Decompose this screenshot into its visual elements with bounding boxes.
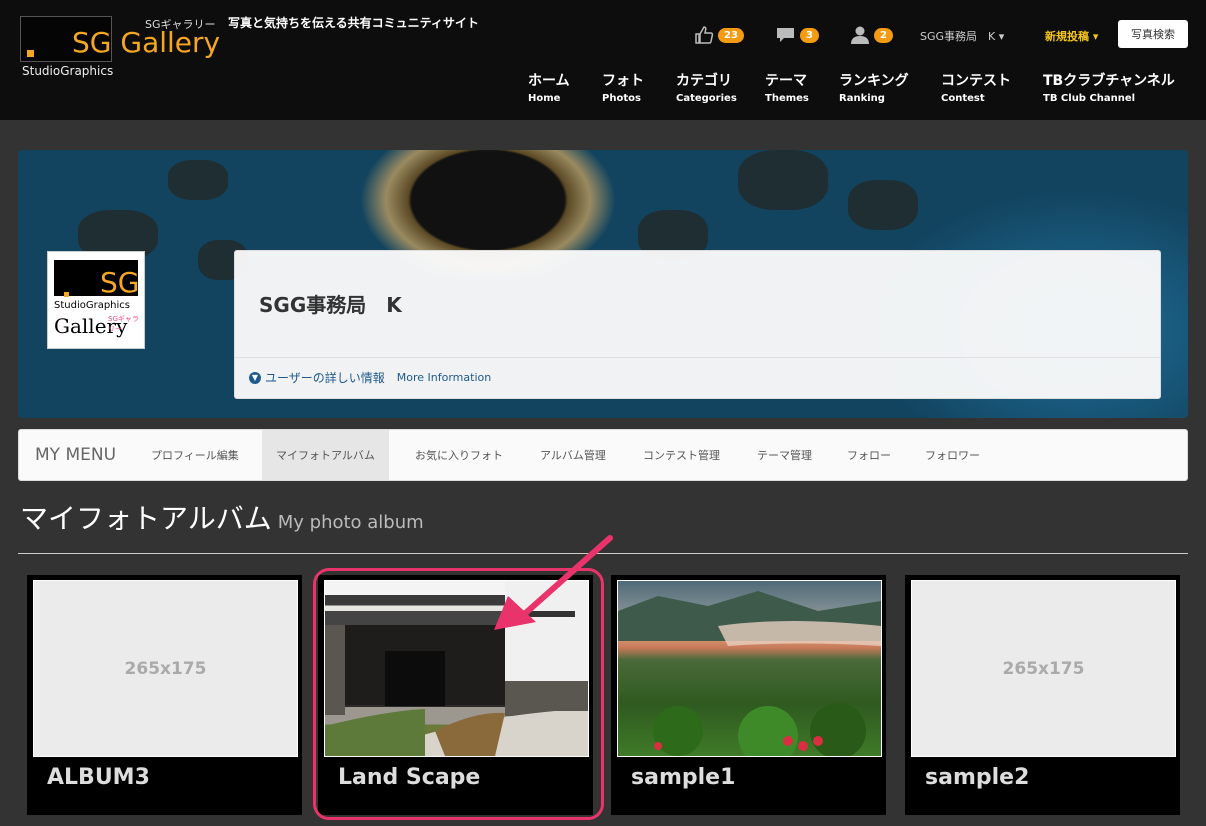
album-card[interactable]: 265x175 ALBUM3: [27, 575, 302, 815]
annotation-arrow-icon: [494, 535, 613, 630]
my-menu-title: MY MENU: [35, 445, 117, 465]
comments-notification[interactable]: 3: [776, 26, 819, 44]
cover-texture: [848, 180, 918, 230]
landscape-illustration: [618, 591, 881, 756]
more-information-link[interactable]: ▼ ユーザーの詳しい情報 More Information: [249, 369, 491, 386]
nav-label-jp: テーマ: [765, 73, 807, 89]
nav-label-en: TB Club Channel: [1043, 93, 1136, 104]
nav-label-jp: フォト: [602, 73, 644, 89]
page-title-en: My photo album: [277, 512, 424, 533]
nav-label-en: Ranking: [839, 93, 885, 104]
album-title[interactable]: sample2: [925, 765, 1029, 790]
album-thumbnail-image[interactable]: [617, 580, 882, 757]
page-title: マイフォトアルバム My photo album: [20, 497, 424, 537]
nav-categories[interactable]: カテゴリ Categories: [676, 70, 737, 104]
nav-themes[interactable]: テーマ Themes: [765, 70, 809, 104]
album-title[interactable]: ALBUM3: [47, 765, 150, 790]
cover-texture: [738, 150, 828, 210]
nav-label-en: Home: [528, 93, 561, 104]
nav-label-en: Photos: [602, 93, 641, 104]
nav-label-jp: カテゴリ: [676, 73, 732, 89]
nav-label-jp: ランキング: [839, 73, 909, 89]
nav-tb-club-channel[interactable]: TBクラブチャンネル TB Club Channel: [1043, 70, 1175, 104]
page-title-jp: マイフォトアルバム: [20, 502, 272, 535]
logo-brand-name: StudioGraphics: [22, 64, 114, 78]
more-info-label-jp: ユーザーの詳しい情報: [265, 371, 385, 385]
album-title[interactable]: sample1: [631, 765, 735, 790]
new-post-menu[interactable]: 新規投稿 ▾: [1045, 28, 1098, 44]
nav-photos[interactable]: フォト Photos: [602, 70, 644, 104]
site-header: SG Gallery SGギャラリー StudioGraphics 写真と気持ち…: [0, 0, 1206, 120]
menu-contest-management[interactable]: コンテスト管理: [629, 430, 734, 480]
nav-label-en: Contest: [941, 93, 985, 104]
menu-my-photo-album[interactable]: マイフォトアルバム: [262, 430, 389, 480]
comments-badge: 3: [800, 27, 819, 43]
comment-icon: [777, 28, 794, 42]
menu-theme-management[interactable]: テーマ管理: [743, 430, 826, 480]
site-tagline: 写真と気持ちを伝える共有コミュニティサイト: [228, 16, 479, 30]
album-thumbnail-placeholder[interactable]: 265x175: [33, 580, 298, 757]
logo-subtitle: SGギャラリー: [145, 18, 216, 31]
avatar-brand-name: StudioGraphics: [54, 300, 131, 311]
avatar-gallery-jp: SGギャラリー: [108, 315, 139, 333]
my-menu-bar: MY MENU プロフィール編集 マイフォトアルバム お気に入りフォト アルバム…: [18, 429, 1188, 481]
photo-search-button[interactable]: 写真検索: [1118, 20, 1188, 48]
menu-follow[interactable]: フォロー: [833, 430, 905, 480]
user-menu[interactable]: SGG事務局 K ▾: [920, 28, 1004, 44]
nav-label-jp: コンテスト: [941, 73, 1011, 89]
profile-card: SGG事務局 K ▼ ユーザーの詳しい情報 More Information: [234, 250, 1161, 399]
menu-followers[interactable]: フォロワー: [911, 430, 994, 480]
followers-badge: 2: [874, 27, 893, 43]
divider: [235, 357, 1160, 358]
likes-badge: 23: [718, 27, 744, 43]
album-card[interactable]: sample1: [611, 575, 886, 815]
more-info-label-en: More Information: [396, 371, 492, 384]
avatar-logo-sg: SG: [100, 266, 140, 299]
nav-label-en: Themes: [765, 93, 809, 104]
nav-contest[interactable]: コンテスト Contest: [941, 70, 1011, 104]
thumbs-up-icon: [695, 26, 714, 44]
user-avatar[interactable]: SG StudioGraphics Gallery SGギャラリー: [47, 251, 145, 349]
avatar-logo-block: SG: [54, 260, 140, 299]
nav-home[interactable]: ホーム Home: [528, 70, 570, 104]
nav-label-jp: ホーム: [528, 73, 570, 89]
avatar-logo-dot: [64, 292, 69, 297]
album-thumbnail-placeholder[interactable]: 265x175: [911, 580, 1176, 757]
user-icon: [851, 26, 869, 44]
chevron-down-icon: ▼: [249, 371, 261, 384]
likes-notification[interactable]: 23: [694, 26, 744, 44]
nav-label-en: Categories: [676, 93, 737, 104]
nav-label-jp: TBクラブチャンネル: [1043, 73, 1175, 89]
nav-ranking[interactable]: ランキング Ranking: [839, 70, 909, 104]
menu-album-management[interactable]: アルバム管理: [526, 430, 620, 480]
logo-dot: [27, 50, 34, 57]
profile-username: SGG事務局 K: [259, 293, 402, 317]
album-card[interactable]: 265x175 sample2: [905, 575, 1180, 815]
menu-favorite-photos[interactable]: お気に入りフォト: [401, 430, 517, 480]
followers-notification[interactable]: 2: [850, 26, 893, 44]
menu-edit-profile[interactable]: プロフィール編集: [137, 430, 253, 480]
cover-texture: [168, 160, 228, 200]
